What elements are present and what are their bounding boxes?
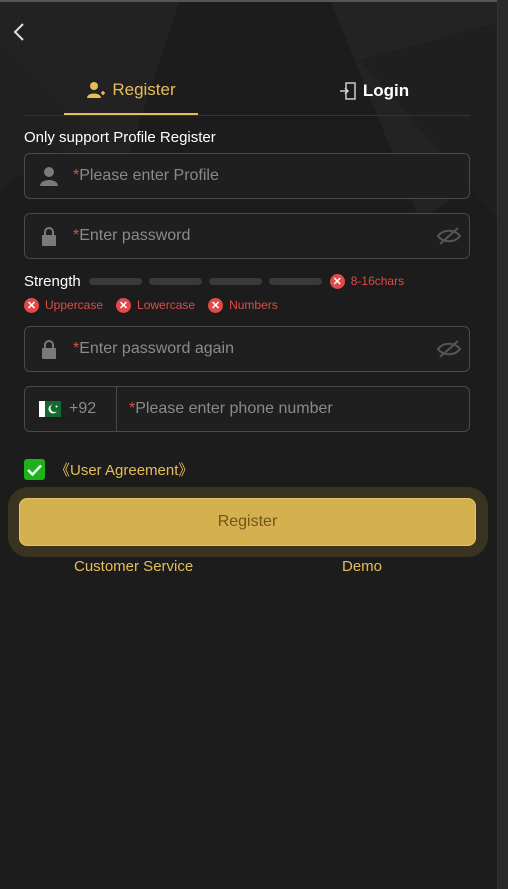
password-rules: ✕ Uppercase ✕ Lowercase ✕ Numbers <box>24 296 291 314</box>
error-x-icon: ✕ <box>24 297 39 313</box>
phone-placeholder: *Please enter phone number <box>129 400 333 417</box>
chevron-left-icon <box>13 23 24 41</box>
agreement-row: 《User Agreement》 <box>24 459 193 480</box>
pakistan-flag-icon <box>39 401 61 417</box>
country-code: +92 <box>69 400 97 417</box>
strength-bar <box>148 277 202 285</box>
checkmark-icon <box>27 464 42 476</box>
toggle-password-visibility[interactable] <box>429 226 469 246</box>
tab-register-label: Register <box>112 79 176 99</box>
toggle-password-again-visibility[interactable] <box>429 339 469 359</box>
password-again-field[interactable]: *Enter password again <box>24 326 470 372</box>
lock-icon <box>42 227 56 246</box>
strength-bar <box>208 277 262 285</box>
error-x-icon: ✕ <box>329 273 345 289</box>
customer-service-link[interactable]: Customer Service <box>74 558 193 575</box>
error-x-icon: ✕ <box>208 297 224 313</box>
country-code-selector[interactable]: +92 <box>25 387 117 431</box>
phone-field[interactable]: +92 *Please enter phone number <box>24 386 470 432</box>
profile-placeholder: *Please enter Profile <box>73 167 219 184</box>
eye-off-icon <box>437 227 461 245</box>
tab-login-label: Login <box>362 81 410 100</box>
rule-uppercase: ✕ Uppercase <box>24 297 103 313</box>
rule-length: ✕ 8-16chars <box>329 273 404 289</box>
register-button-glow: Register <box>8 487 488 557</box>
scrollbar[interactable] <box>497 0 508 889</box>
register-screen: Register Login Only support Profile Regi… <box>0 0 508 889</box>
auth-tabs: Register Login <box>24 66 470 116</box>
login-door-icon <box>339 82 356 100</box>
demo-link[interactable]: Demo <box>342 558 382 575</box>
password-field[interactable]: *Enter password <box>24 213 470 259</box>
register-hint: Only support Profile Register <box>24 129 216 146</box>
password-strength: Strength ✕ 8-16chars <box>24 271 404 291</box>
password-again-placeholder: *Enter password again <box>73 340 234 357</box>
top-border <box>0 0 508 2</box>
tab-login[interactable]: Login <box>314 66 434 116</box>
strength-label: Strength <box>24 272 81 290</box>
user-add-icon <box>87 81 106 98</box>
lock-icon <box>42 340 56 359</box>
agreement-checkbox[interactable] <box>24 459 45 480</box>
user-agreement-link[interactable]: 《User Agreement》 <box>55 459 193 480</box>
user-icon <box>40 167 58 186</box>
eye-off-icon <box>437 340 461 358</box>
profile-field[interactable]: *Please enter Profile <box>24 153 470 199</box>
password-placeholder: *Enter password <box>73 227 191 244</box>
error-x-icon: ✕ <box>116 297 132 313</box>
tab-register[interactable]: Register <box>64 66 198 115</box>
back-button[interactable] <box>10 21 30 43</box>
rule-lowercase: ✕ Lowercase <box>116 297 195 313</box>
strength-bar <box>268 277 322 285</box>
rule-numbers: ✕ Numbers <box>208 297 278 313</box>
register-button[interactable]: Register <box>19 498 476 546</box>
strength-bar <box>88 277 142 285</box>
